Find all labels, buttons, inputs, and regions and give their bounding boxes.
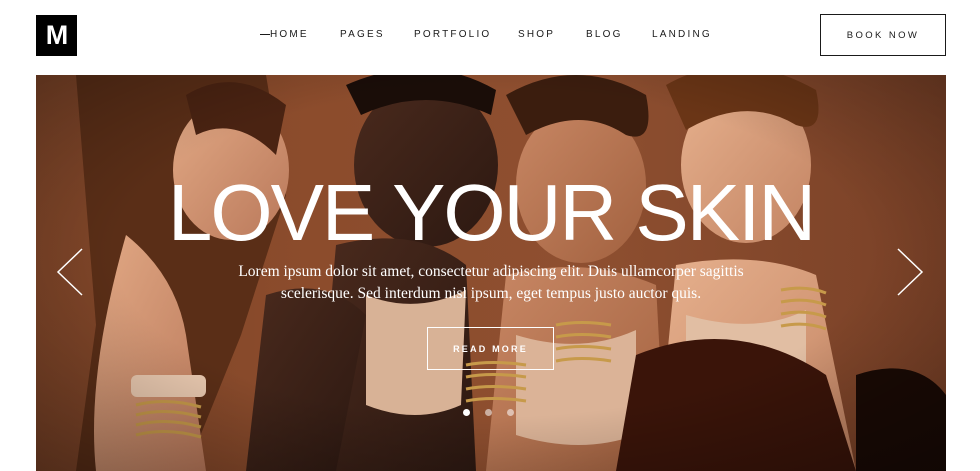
hero-description: Lorem ipsum dolor sit amet, consectetur … — [216, 261, 766, 305]
slide-dot-2[interactable] — [485, 409, 492, 416]
hero-title: LOVE YOUR SKIN — [167, 168, 816, 257]
book-now-button[interactable]: BOOK NOW — [820, 14, 946, 56]
hero-slider: LOVE YOUR SKIN Lorem ipsum dolor sit ame… — [36, 75, 946, 471]
nav-item-blog[interactable]: BLOG — [586, 29, 623, 40]
nav-item-landing[interactable]: LANDING — [652, 29, 712, 40]
next-slide-button[interactable] — [896, 247, 924, 297]
nav-item-portfolio[interactable]: PORTFOLIO — [414, 29, 491, 40]
chevron-left-icon — [56, 248, 83, 296]
read-more-button[interactable]: READ MORE — [427, 327, 554, 370]
slide-dot-1[interactable] — [463, 409, 470, 416]
slider-pagination — [463, 409, 514, 417]
site-header: M HOME PAGES PORTFOLIO SHOP BLOG LANDING… — [0, 0, 980, 74]
nav-item-home[interactable]: HOME — [260, 29, 309, 40]
prev-slide-button[interactable] — [56, 247, 84, 297]
hero-description-line-1: Lorem ipsum dolor sit amet, consectetur … — [238, 263, 744, 280]
slide-dot-3[interactable] — [507, 409, 514, 416]
nav-item-shop[interactable]: SHOP — [518, 29, 555, 40]
nav-item-pages[interactable]: PAGES — [340, 29, 385, 40]
hero-description-line-2: scelerisque. Sed interdum nisl ipsum, eg… — [280, 285, 702, 302]
chevron-right-icon — [897, 248, 924, 296]
